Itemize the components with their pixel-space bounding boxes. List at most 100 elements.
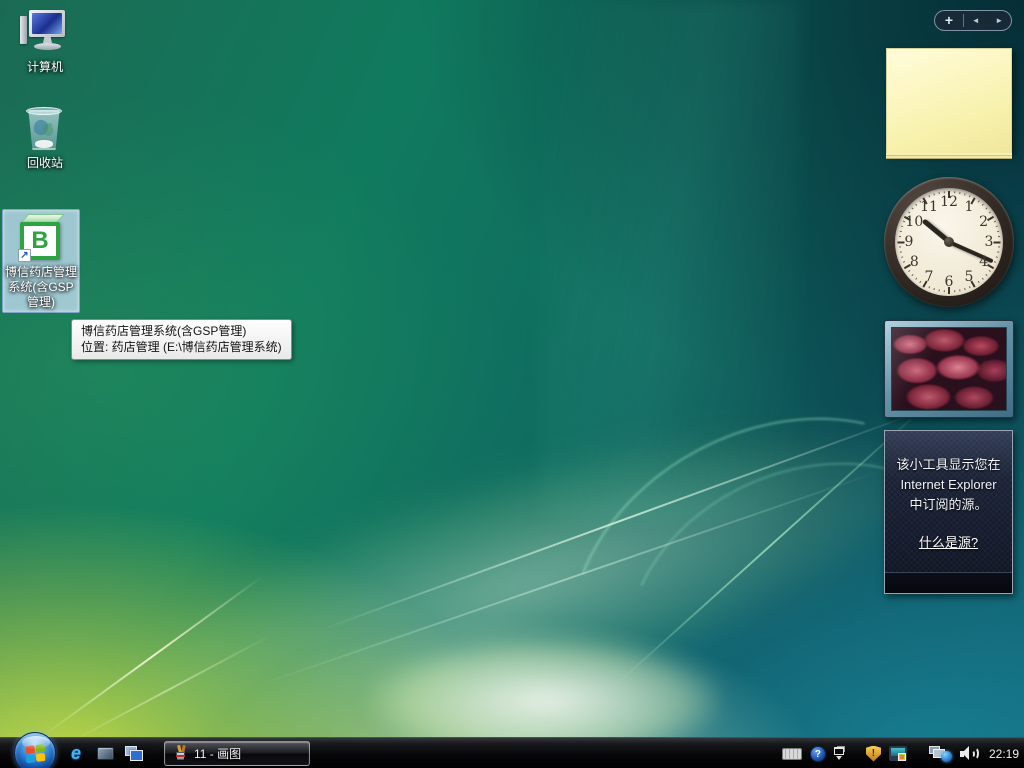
slideshow-photo — [891, 327, 1007, 411]
clock-tick — [899, 230, 901, 231]
clock-tick — [902, 261, 904, 263]
slideshow-gadget[interactable] — [884, 320, 1014, 418]
tray-app-icon[interactable] — [889, 746, 907, 761]
clock-tick — [989, 211, 991, 213]
desktop-icon-recycle-bin[interactable]: 回收站 — [6, 104, 84, 171]
clock-face: 123456789101112 — [895, 188, 1003, 296]
language-options-caret-icon[interactable] — [836, 756, 842, 760]
shortcut-arrow-icon: ↗ — [18, 249, 31, 262]
computer-base — [34, 43, 61, 50]
icon-label: 博信药店管理系统(含GSP管理) — [3, 265, 79, 310]
language-keyboard-icon[interactable] — [782, 748, 802, 760]
internet-explorer-icon[interactable]: e — [66, 743, 86, 763]
computer-tower — [20, 16, 27, 44]
clock-tick — [943, 191, 944, 193]
clock-tick — [901, 225, 903, 226]
clock-tick — [928, 286, 930, 288]
window-button-label: 11 - 画图 — [194, 745, 241, 762]
tooltip-title: 博信药店管理系统(含GSP管理) — [81, 323, 282, 339]
orb-gloss — [22, 736, 50, 749]
feed-footer-bar — [885, 572, 1012, 593]
clock-tick — [978, 281, 980, 283]
recycle-bin-icon — [19, 104, 71, 154]
aurora-streak — [613, 405, 926, 688]
aurora-effect — [0, 0, 1024, 768]
bin-paper — [35, 140, 53, 148]
paint-icon — [173, 746, 188, 761]
clock-tick — [994, 261, 996, 263]
clock-tick — [978, 200, 980, 202]
clock-tick — [948, 191, 950, 198]
switch-windows-icon[interactable] — [124, 743, 144, 763]
system-tray: ? ! 22:19 — [782, 741, 1019, 766]
clock-tick — [959, 192, 960, 194]
restore-language-bar-icon[interactable] — [834, 747, 844, 755]
feed-line: 该小工具显示您在 — [885, 455, 1012, 475]
clock-tick — [969, 195, 971, 197]
clock-tick — [919, 281, 921, 283]
ie-glyph: e — [71, 744, 81, 762]
clock-tick — [959, 289, 960, 291]
feed-line: 中订阅的源。 — [885, 495, 1012, 515]
app-shortcut-tooltip: 博信药店管理系统(含GSP管理) 位置: 药店管理 (E:\博信药店管理系统) — [71, 319, 292, 360]
volume-icon[interactable] — [960, 746, 979, 761]
aurora-streak — [258, 470, 883, 687]
clock-tick — [954, 290, 955, 292]
clock-numeral: 8 — [905, 253, 923, 271]
feed-gadget[interactable]: 该小工具显示您在 Internet Explorer 中订阅的源。 什么是源? — [884, 430, 1013, 594]
clock-tick — [997, 251, 999, 252]
aurora-streak — [43, 576, 263, 736]
gadget-controls: + ◄ ► — [934, 10, 1012, 31]
clock-gadget[interactable]: 123456789101112 — [884, 177, 1014, 307]
aurora-streak — [68, 634, 272, 744]
add-gadget-button[interactable]: + — [935, 11, 963, 30]
clock-tick — [964, 193, 965, 195]
start-button[interactable] — [14, 732, 56, 768]
clock-tick — [898, 241, 905, 243]
clock-hub — [944, 237, 954, 247]
pharmacy-app-icon: B ↗ — [15, 213, 67, 263]
clock-tick — [948, 287, 950, 294]
language-bar-options[interactable] — [834, 747, 844, 760]
notes-gadget[interactable] — [886, 48, 1012, 154]
security-center-shield-icon[interactable]: ! — [866, 746, 881, 762]
desktop-icon-computer[interactable]: 计算机 — [6, 8, 84, 75]
clock-numeral: 5 — [960, 268, 978, 286]
prev-page-button[interactable]: ◄ — [964, 11, 988, 30]
computer-icon — [19, 8, 71, 58]
clock-tick — [898, 246, 900, 247]
desktop-icon-pharmacy-app[interactable]: B ↗ 博信药店管理系统(含GSP管理) — [2, 209, 80, 313]
clock-tick — [908, 211, 910, 213]
aurora-band — [540, 0, 800, 520]
clock-tick — [933, 193, 934, 195]
clock-tick — [996, 225, 998, 226]
clock-tick — [994, 220, 996, 222]
clock-tick — [997, 230, 999, 231]
icon-label: 回收站 — [6, 156, 84, 171]
desktop: 计算机 回收站 B ↗ 博信药店管理系统(含GSP管理) 博信药店管理系统(含G… — [0, 0, 1024, 768]
clock-tick — [901, 256, 903, 257]
clock-tick — [998, 246, 1000, 247]
clock-tick — [919, 200, 921, 202]
taskbar-clock[interactable]: 22:19 — [987, 747, 1019, 761]
quick-launch-bar: e — [66, 742, 144, 764]
clock-tick — [985, 274, 987, 276]
wallpaper — [0, 0, 1024, 768]
clock-tick — [911, 207, 913, 209]
network-icon[interactable] — [929, 746, 952, 762]
clock-tick — [933, 288, 934, 290]
show-desktop-icon[interactable] — [95, 743, 115, 763]
taskbar-window-button-paint[interactable]: 11 - 画图 — [164, 741, 310, 766]
desktop-glyph — [97, 747, 114, 760]
tooltip-location: 位置: 药店管理 (E:\博信药店管理系统) — [81, 339, 282, 355]
next-page-button[interactable]: ► — [988, 11, 1012, 30]
aurora-beam — [94, 360, 955, 768]
clock-tick — [969, 286, 971, 288]
clock-tick — [898, 235, 900, 236]
language-help-icon[interactable]: ? — [810, 746, 826, 762]
clock-tick — [899, 251, 901, 252]
computer-monitor — [29, 10, 65, 37]
clock-tick — [982, 278, 984, 280]
clock-tick — [989, 270, 991, 272]
what-is-feed-link[interactable]: 什么是源? — [919, 533, 978, 553]
